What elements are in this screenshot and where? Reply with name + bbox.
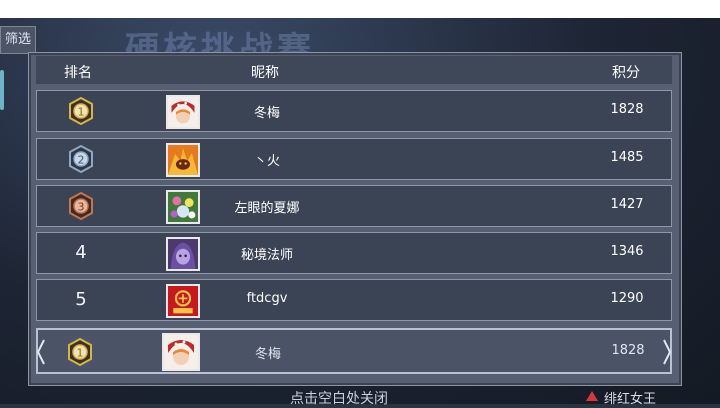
left-edge-tab[interactable] [0, 70, 4, 110]
left-arrow-icon [36, 339, 45, 365]
player-name: ftdcgv [246, 291, 288, 306]
player-name: 冬梅 [254, 347, 281, 362]
badge-number: 2 [78, 154, 85, 167]
avatar[interactable] [166, 143, 200, 177]
leaderboard-row[interactable]: 1 冬梅 1828 [36, 90, 672, 132]
gold-rank-badge-icon: 1 [69, 97, 93, 125]
player-score: 1290 [610, 291, 644, 306]
leaderboard-header: 排名 昵称 积分 [36, 56, 672, 84]
warning-icon [586, 391, 598, 401]
avatar[interactable] [166, 284, 200, 318]
avatar[interactable] [162, 333, 200, 371]
leaderboard-row[interactable]: 3 左眼的夏娜 1427 [36, 185, 672, 227]
bronze-rank-badge-icon: 3 [69, 192, 93, 220]
close-hint: 点击空白处关闭 [290, 391, 388, 407]
player-name: 丶火 [253, 154, 280, 169]
header-rank: 排名 [64, 65, 92, 81]
player-name: 秘境法师 [240, 248, 293, 263]
corner-label[interactable]: 绯红女王 [604, 388, 656, 407]
player-score: 1427 [610, 197, 644, 212]
player-name: 冬梅 [253, 106, 280, 121]
gold-rank-badge-icon: 1 [68, 338, 92, 366]
silver-rank-badge-icon: 2 [69, 145, 93, 173]
top-bar [0, 0, 720, 18]
badge-number: 3 [78, 201, 85, 214]
leaderboard-row[interactable]: 2 丶火 1485 [36, 138, 672, 180]
header-score: 积分 [612, 65, 640, 81]
player-score: 1828 [610, 102, 644, 117]
leaderboard-row[interactable]: 4 秘境法师 1346 [36, 232, 672, 274]
player-score: 1346 [610, 244, 644, 259]
filter-button[interactable]: 筛选 [0, 26, 36, 54]
right-arrow-icon [663, 339, 672, 365]
player-score: 1828 [611, 343, 645, 358]
badge-number: 1 [78, 106, 85, 119]
avatar[interactable] [166, 190, 200, 224]
rank-number: 4 [75, 242, 87, 263]
badge-number: 1 [77, 347, 84, 360]
avatar[interactable] [166, 95, 200, 129]
leaderboard-row[interactable]: 5 ftdcgv 1290 [36, 279, 672, 321]
player-score: 1485 [610, 150, 644, 165]
my-rank-row[interactable]: 1 冬梅 1828 [36, 328, 672, 374]
player-name: 左眼的夏娜 [234, 201, 300, 216]
header-nickname: 昵称 [251, 65, 279, 81]
avatar[interactable] [166, 237, 200, 271]
rank-number: 5 [75, 289, 87, 310]
